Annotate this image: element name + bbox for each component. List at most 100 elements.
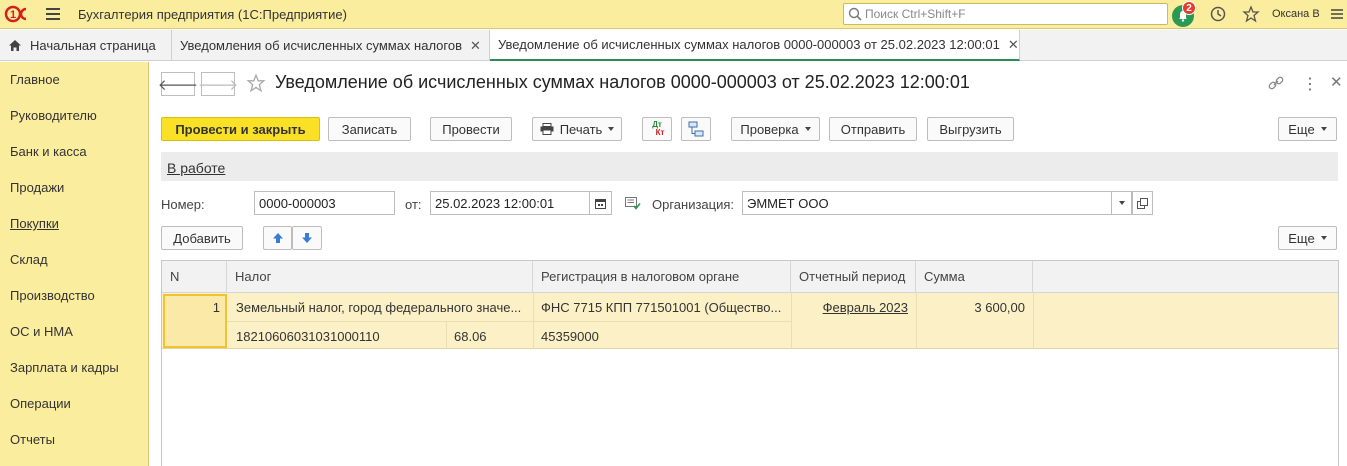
post-and-close-button[interactable]: Провести и закрыть [161,117,320,141]
tax-name: Земельный налог, город федерального знач… [236,300,522,315]
column-header-period[interactable]: Отчетный период [791,261,916,293]
row-number: 1 [212,300,220,315]
more-actions-icon[interactable]: ⋮ [1302,74,1318,94]
number-field[interactable]: 0000-000003 [254,191,395,215]
document-check-icon[interactable] [625,196,641,213]
1c-logo-icon: 1 [0,0,38,29]
export-button[interactable]: Выгрузить [927,117,1014,141]
sidebar-item-bank[interactable]: Банк и касса [10,144,87,159]
organization-value: ЭММЕТ ООО [747,195,829,211]
favorite-star-icon[interactable] [246,73,266,96]
search-placeholder: Поиск Ctrl+Shift+F [865,7,966,21]
arrow-left-icon: 🡐 [157,76,199,94]
svg-text:1: 1 [10,9,16,21]
post-button[interactable]: Провести [430,117,512,141]
sidebar-item-warehouse[interactable]: Склад [10,252,48,267]
table-more-label: Еще [1288,230,1315,246]
close-icon[interactable]: ✕ [470,38,481,54]
tab-home[interactable]: Начальная страница [0,30,172,61]
sidebar-item-assets[interactable]: ОС и НМА [10,324,73,339]
date-field[interactable]: 25.02.2023 12:00:01 [430,191,612,215]
close-form-icon[interactable]: ✕ [1330,73,1343,91]
sidebar-item-main[interactable]: Главное [10,72,60,87]
structure-button[interactable] [681,117,711,141]
chevron-down-icon [608,127,615,131]
check-button[interactable]: Проверка [731,117,820,141]
date-label: от: [405,197,422,212]
arrow-up-icon [272,233,283,243]
sidebar-item-director[interactable]: Руководителю [10,108,97,123]
sidebar-item-payroll[interactable]: Зарплата и кадры [10,360,119,375]
favorites-star-icon[interactable] [1241,4,1261,24]
more-label: Еще [1288,121,1315,137]
column-header-tax[interactable]: Налог [227,261,533,293]
back-button[interactable]: 🡐 [157,72,199,96]
registration-name: ФНС 7715 КПП 771501001 (Общество... [541,300,782,315]
link-icon[interactable] [1267,75,1285,94]
sidebar-item-operations[interactable]: Операции [10,396,71,411]
sidebar: Главное Руководителю Банк и касса Продаж… [0,62,149,466]
column-header-sum[interactable]: Сумма [916,261,1033,293]
sidebar-item-sales[interactable]: Продажи [10,180,64,195]
move-down-button[interactable] [292,226,322,250]
arrow-right-icon: 🡒 [197,76,239,94]
check-label: Проверка [740,121,799,137]
table-header: N Налог Регистрация в налоговом органе О… [162,261,1338,293]
settings-menu-icon[interactable] [1327,4,1347,24]
column-header-registration[interactable]: Регистрация в налоговом органе [533,261,791,293]
table-more-button[interactable]: Еще [1278,226,1337,250]
tax-account: 68.06 [454,329,487,344]
period-link[interactable]: Февраль 2023 [791,300,908,315]
chevron-down-icon [1320,236,1327,240]
print-button[interactable]: Печать [532,117,622,141]
open-organization-button[interactable] [1132,191,1153,215]
document-structure-icon [688,121,704,137]
app-title: Бухгалтерия предприятия (1С:Предприятие) [78,6,347,22]
date-value: 25.02.2023 12:00:01 [435,195,555,211]
notification-count-badge: 2 [1182,1,1196,15]
tax-table: N Налог Регистрация в налоговом органе О… [161,260,1339,466]
add-row-button[interactable]: Добавить [161,226,243,250]
sidebar-item-production[interactable]: Производство [10,288,95,303]
main-menu-icon[interactable] [38,0,68,29]
close-icon[interactable]: ✕ [1008,37,1019,53]
calendar-icon[interactable] [589,192,611,214]
open-tabs-bar: Начальная страница Уведомления об исчисл… [0,30,1347,61]
notifications-button[interactable]: 2 [1172,1,1198,27]
status-link[interactable]: В работе [167,160,225,176]
move-up-button[interactable] [263,226,292,250]
sidebar-item-purchases[interactable]: Покупки [10,216,59,231]
number-value: 0000-000003 [259,195,336,211]
user-name[interactable]: Оксана В [1272,8,1320,20]
arrow-down-icon [302,233,312,243]
dropdown-arrow-icon[interactable] [1111,192,1131,214]
status-panel: В работе [161,152,1338,181]
tab-current-document[interactable]: Уведомление об исчисленных суммах налого… [490,30,1020,61]
chevron-down-icon [1320,127,1327,131]
sidebar-item-reports[interactable]: Отчеты [10,432,55,447]
organization-field[interactable]: ЭММЕТ ООО [742,191,1132,215]
dt-kt-button[interactable]: Дт Кт [642,117,672,141]
page-title: Уведомление об исчисленных суммах налого… [275,72,970,92]
tab-home-label: Начальная страница [30,38,156,53]
column-header-n[interactable]: N [162,261,227,293]
search-input[interactable]: Поиск Ctrl+Shift+F [843,3,1168,25]
document-form: 🡐 🡒 Уведомление об исчисленных суммах на… [150,62,1347,466]
send-button[interactable]: Отправить [829,117,917,141]
home-icon [9,40,21,51]
open-window-icon [1137,197,1148,209]
history-icon[interactable] [1208,4,1228,24]
sum-value: 3 600,00 [974,300,1025,315]
tab-current-document-label: Уведомление об исчисленных суммах налого… [498,37,1000,52]
organization-label: Организация: [652,197,735,212]
tab-notifications-list[interactable]: Уведомления об исчисленных суммах налого… [172,30,490,61]
save-button[interactable]: Записать [328,117,411,141]
number-label: Номер: [161,197,205,212]
title-bar: 1 Бухгалтерия предприятия (1С:Предприяти… [0,0,1347,29]
search-icon [848,7,862,21]
kt-label: Кт [655,128,665,137]
forward-button[interactable]: 🡒 [197,72,239,96]
more-button[interactable]: Еще [1278,117,1337,141]
tax-kbk: 18210606031031000110 [236,329,380,344]
table-row[interactable]: 1 Земельный налог, город федерального зн… [162,293,1338,349]
